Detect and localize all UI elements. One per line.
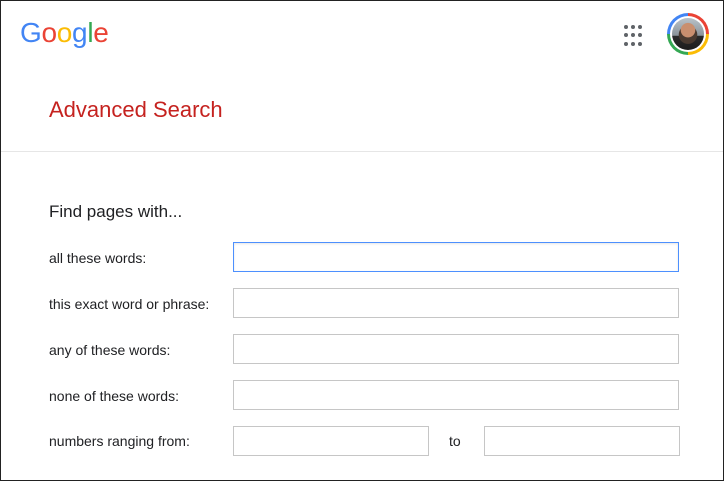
exact-phrase-label: this exact word or phrase: (49, 296, 210, 312)
google-logo[interactable]: Google (20, 17, 109, 49)
any-words-label: any of these words: (49, 342, 171, 358)
numbers-from-input[interactable] (233, 426, 429, 456)
logo-letter: o (56, 17, 73, 48)
avatar-photo (672, 18, 704, 50)
logo-letter: o (41, 17, 57, 48)
apps-dot (631, 41, 635, 46)
section-heading: Find pages with... (49, 202, 183, 221)
apps-grid-icon[interactable] (624, 25, 646, 47)
numbers-range-label: numbers ranging from: (49, 433, 190, 449)
logo-letter: G (20, 17, 42, 48)
avatar-ring-inner (670, 16, 706, 52)
logo-letter: g (72, 17, 88, 48)
apps-dot (638, 41, 642, 46)
browser-frame: Google Advanced Search Find pages with..… (0, 0, 724, 481)
exact-phrase-input[interactable] (233, 288, 679, 318)
page-title: Advanced Search (49, 97, 223, 122)
apps-dot (638, 33, 642, 38)
numbers-to-label: to (449, 433, 461, 449)
none-words-input[interactable] (233, 380, 679, 410)
apps-dot (624, 25, 628, 29)
apps-dot (624, 33, 628, 38)
any-words-input[interactable] (233, 334, 679, 364)
account-avatar[interactable] (667, 13, 709, 55)
apps-dot (631, 25, 635, 29)
none-words-label: none of these words: (49, 388, 179, 404)
logo-letter: e (93, 17, 109, 48)
apps-dot (638, 25, 642, 29)
header: Google Advanced Search (1, 1, 723, 152)
all-words-input[interactable] (233, 242, 679, 272)
all-words-label: all these words: (49, 250, 147, 266)
numbers-to-input[interactable] (484, 426, 680, 456)
apps-dot (631, 33, 635, 38)
apps-dot (624, 41, 628, 46)
